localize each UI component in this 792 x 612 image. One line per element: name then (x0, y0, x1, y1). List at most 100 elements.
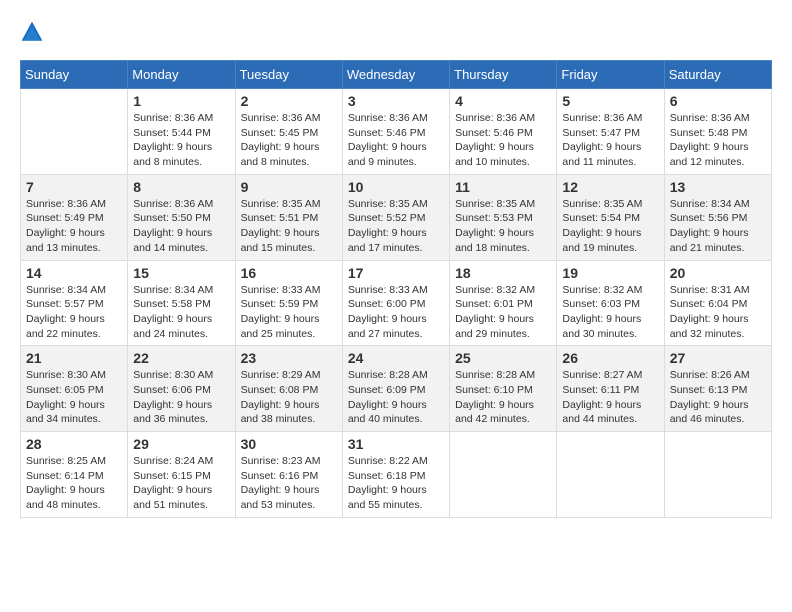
day-number: 2 (241, 93, 337, 109)
calendar-cell: 27 Sunrise: 8:26 AM Sunset: 6:13 PM Dayli… (664, 346, 771, 432)
day-number: 8 (133, 179, 229, 195)
day-info: Sunrise: 8:32 AM Sunset: 6:01 PM Dayligh… (455, 283, 551, 342)
calendar-cell: 13 Sunrise: 8:34 AM Sunset: 5:56 PM Dayli… (664, 174, 771, 260)
day-info: Sunrise: 8:34 AM Sunset: 5:57 PM Dayligh… (26, 283, 122, 342)
day-number: 25 (455, 350, 551, 366)
day-info: Sunrise: 8:36 AM Sunset: 5:44 PM Dayligh… (133, 111, 229, 170)
day-info: Sunrise: 8:36 AM Sunset: 5:46 PM Dayligh… (455, 111, 551, 170)
day-number: 21 (26, 350, 122, 366)
weekday-header-wednesday: Wednesday (342, 61, 449, 89)
calendar-cell: 8 Sunrise: 8:36 AM Sunset: 5:50 PM Daylig… (128, 174, 235, 260)
day-number: 18 (455, 265, 551, 281)
day-info: Sunrise: 8:32 AM Sunset: 6:03 PM Dayligh… (562, 283, 658, 342)
day-number: 15 (133, 265, 229, 281)
calendar-cell: 15Sunrise: 8:34 AM Sunset: 5:58 PM Dayli… (128, 260, 235, 346)
day-info: Sunrise: 8:27 AM Sunset: 6:11 PM Dayligh… (562, 368, 658, 427)
day-number: 12 (562, 179, 658, 195)
day-number: 7 (26, 179, 122, 195)
day-info: Sunrise: 8:36 AM Sunset: 5:46 PM Dayligh… (348, 111, 444, 170)
day-number: 24 (348, 350, 444, 366)
day-number: 5 (562, 93, 658, 109)
calendar-cell: 2 Sunrise: 8:36 AM Sunset: 5:45 PM Daylig… (235, 89, 342, 175)
calendar-cell: 7 Sunrise: 8:36 AM Sunset: 5:49 PM Daylig… (21, 174, 128, 260)
calendar-cell: 1 Sunrise: 8:36 AM Sunset: 5:44 PM Daylig… (128, 89, 235, 175)
calendar-cell: 3Sunrise: 8:36 AM Sunset: 5:46 PM Daylig… (342, 89, 449, 175)
calendar-cell: 16Sunrise: 8:33 AM Sunset: 5:59 PM Dayli… (235, 260, 342, 346)
day-number: 9 (241, 179, 337, 195)
logo (20, 20, 46, 44)
calendar-body: 1 Sunrise: 8:36 AM Sunset: 5:44 PM Daylig… (21, 89, 772, 518)
day-number: 20 (670, 265, 766, 281)
calendar-cell: 12 Sunrise: 8:35 AM Sunset: 5:54 PM Dayli… (557, 174, 664, 260)
day-info: Sunrise: 8:22 AM Sunset: 6:18 PM Dayligh… (348, 454, 444, 513)
calendar-cell (664, 432, 771, 518)
day-number: 1 (133, 93, 229, 109)
day-info: Sunrise: 8:36 AM Sunset: 5:45 PM Dayligh… (241, 111, 337, 170)
day-number: 16 (241, 265, 337, 281)
day-info: Sunrise: 8:24 AM Sunset: 6:15 PM Dayligh… (133, 454, 229, 513)
weekday-header-friday: Friday (557, 61, 664, 89)
day-number: 4 (455, 93, 551, 109)
calendar-cell: 22 Sunrise: 8:30 AM Sunset: 6:06 PM Dayli… (128, 346, 235, 432)
day-number: 31 (348, 436, 444, 452)
calendar-cell: 25Sunrise: 8:28 AM Sunset: 6:10 PM Dayli… (450, 346, 557, 432)
week-row-5: 28 Sunrise: 8:25 AM Sunset: 6:14 PM Dayli… (21, 432, 772, 518)
calendar-cell: 28 Sunrise: 8:25 AM Sunset: 6:14 PM Dayli… (21, 432, 128, 518)
weekday-header-row: SundayMondayTuesdayWednesdayThursdayFrid… (21, 61, 772, 89)
calendar-cell (557, 432, 664, 518)
weekday-header-thursday: Thursday (450, 61, 557, 89)
day-info: Sunrise: 8:30 AM Sunset: 6:06 PM Dayligh… (133, 368, 229, 427)
day-number: 26 (562, 350, 658, 366)
week-row-4: 21Sunrise: 8:30 AM Sunset: 6:05 PM Dayli… (21, 346, 772, 432)
day-number: 11 (455, 179, 551, 195)
day-info: Sunrise: 8:35 AM Sunset: 5:54 PM Dayligh… (562, 197, 658, 256)
day-info: Sunrise: 8:35 AM Sunset: 5:51 PM Dayligh… (241, 197, 337, 256)
page-header (20, 20, 772, 44)
calendar-cell: 5 Sunrise: 8:36 AM Sunset: 5:47 PM Daylig… (557, 89, 664, 175)
weekday-header-sunday: Sunday (21, 61, 128, 89)
day-number: 28 (26, 436, 122, 452)
day-number: 6 (670, 93, 766, 109)
calendar-cell: 20 Sunrise: 8:31 AM Sunset: 6:04 PM Dayli… (664, 260, 771, 346)
day-number: 14 (26, 265, 122, 281)
day-number: 30 (241, 436, 337, 452)
day-number: 22 (133, 350, 229, 366)
day-info: Sunrise: 8:23 AM Sunset: 6:16 PM Dayligh… (241, 454, 337, 513)
calendar-cell: 29 Sunrise: 8:24 AM Sunset: 6:15 PM Dayli… (128, 432, 235, 518)
day-number: 19 (562, 265, 658, 281)
day-number: 29 (133, 436, 229, 452)
day-number: 27 (670, 350, 766, 366)
calendar-table: SundayMondayTuesdayWednesdayThursdayFrid… (20, 60, 772, 518)
day-info: Sunrise: 8:35 AM Sunset: 5:53 PM Dayligh… (455, 197, 551, 256)
weekday-header-tuesday: Tuesday (235, 61, 342, 89)
calendar-cell: 10 Sunrise: 8:35 AM Sunset: 5:52 PM Dayli… (342, 174, 449, 260)
day-number: 10 (348, 179, 444, 195)
logo-icon (20, 20, 44, 44)
calendar-cell: 31 Sunrise: 8:22 AM Sunset: 6:18 PM Dayli… (342, 432, 449, 518)
calendar-cell: 11 Sunrise: 8:35 AM Sunset: 5:53 PM Dayli… (450, 174, 557, 260)
calendar-cell: 24Sunrise: 8:28 AM Sunset: 6:09 PM Dayli… (342, 346, 449, 432)
day-info: Sunrise: 8:36 AM Sunset: 5:47 PM Dayligh… (562, 111, 658, 170)
day-number: 17 (348, 265, 444, 281)
week-row-3: 14 Sunrise: 8:34 AM Sunset: 5:57 PM Dayli… (21, 260, 772, 346)
day-info: Sunrise: 8:36 AM Sunset: 5:49 PM Dayligh… (26, 197, 122, 256)
day-info: Sunrise: 8:29 AM Sunset: 6:08 PM Dayligh… (241, 368, 337, 427)
calendar-cell: 14 Sunrise: 8:34 AM Sunset: 5:57 PM Dayli… (21, 260, 128, 346)
calendar-cell: 23 Sunrise: 8:29 AM Sunset: 6:08 PM Dayli… (235, 346, 342, 432)
calendar-cell (450, 432, 557, 518)
day-info: Sunrise: 8:35 AM Sunset: 5:52 PM Dayligh… (348, 197, 444, 256)
calendar-cell: 9 Sunrise: 8:35 AM Sunset: 5:51 PM Daylig… (235, 174, 342, 260)
calendar-cell: 19 Sunrise: 8:32 AM Sunset: 6:03 PM Dayli… (557, 260, 664, 346)
day-number: 13 (670, 179, 766, 195)
day-info: Sunrise: 8:34 AM Sunset: 5:56 PM Dayligh… (670, 197, 766, 256)
day-info: Sunrise: 8:31 AM Sunset: 6:04 PM Dayligh… (670, 283, 766, 342)
day-info: Sunrise: 8:25 AM Sunset: 6:14 PM Dayligh… (26, 454, 122, 513)
day-info: Sunrise: 8:36 AM Sunset: 5:50 PM Dayligh… (133, 197, 229, 256)
calendar-cell: 30 Sunrise: 8:23 AM Sunset: 6:16 PM Dayli… (235, 432, 342, 518)
day-info: Sunrise: 8:26 AM Sunset: 6:13 PM Dayligh… (670, 368, 766, 427)
weekday-header-monday: Monday (128, 61, 235, 89)
calendar-cell: 17Sunrise: 8:33 AM Sunset: 6:00 PM Dayli… (342, 260, 449, 346)
day-number: 23 (241, 350, 337, 366)
week-row-1: 1 Sunrise: 8:36 AM Sunset: 5:44 PM Daylig… (21, 89, 772, 175)
calendar-cell: 4 Sunrise: 8:36 AM Sunset: 5:46 PM Daylig… (450, 89, 557, 175)
